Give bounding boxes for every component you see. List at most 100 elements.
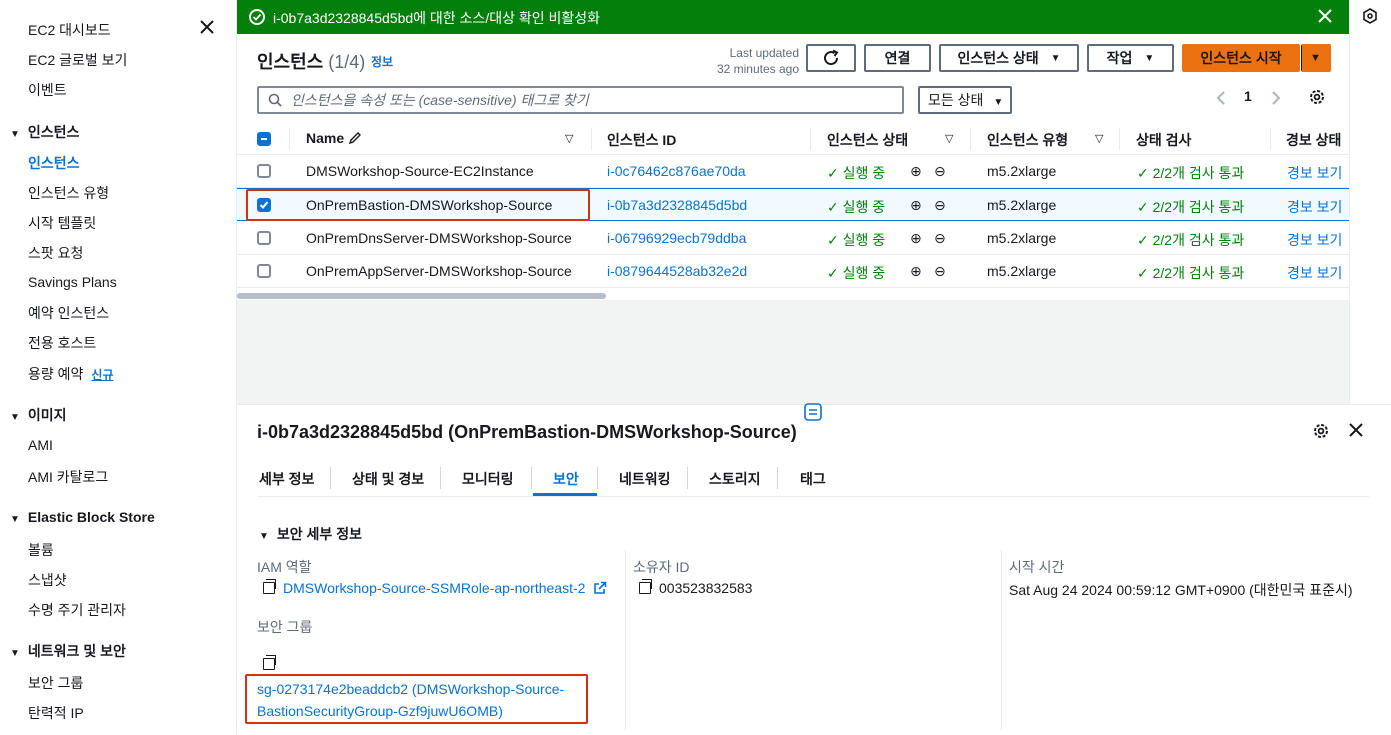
column-header-instance-id[interactable]: 인스턴스 ID xyxy=(607,130,676,150)
close-icon[interactable] xyxy=(1348,422,1364,438)
view-alarms-link[interactable]: 경보 보기 xyxy=(1287,230,1342,250)
launch-time-value: Sat Aug 24 2024 00:59:12 GMT+0900 (대한민국 … xyxy=(1009,582,1353,598)
launch-dropdown-button[interactable]: ▼ xyxy=(1301,44,1331,72)
sidebar-item-reserved-instances[interactable]: 예약 인스턴스 xyxy=(28,303,109,323)
tab-status-alarms[interactable]: 상태 및 경보 xyxy=(352,469,424,489)
instance-id-link[interactable]: i-06796929ecb79ddba xyxy=(607,230,746,246)
sidebar-item-lifecycle-manager[interactable]: 수명 주기 관리자 xyxy=(28,600,126,620)
sidebar-item-spot-requests[interactable]: 스팟 요청 xyxy=(28,243,83,263)
page-title: 인스턴스 (1/4) xyxy=(257,48,365,74)
search-input[interactable]: 인스턴스을 속성 또는 (case-sensitive) 태그로 찾기 xyxy=(257,86,904,114)
settings-hex-icon[interactable] xyxy=(1362,8,1378,24)
column-header-instance-state[interactable]: 인스턴스 상태 xyxy=(827,130,908,150)
instance-id-link[interactable]: i-0b7a3d2328845d5bd xyxy=(607,197,747,213)
zoom-out-icon[interactable]: ⊖ xyxy=(934,197,946,214)
view-alarms-link[interactable]: 경보 보기 xyxy=(1287,163,1342,183)
row-checkbox[interactable] xyxy=(257,264,271,278)
zoom-out-icon[interactable]: ⊖ xyxy=(934,163,946,180)
sidebar-item-events[interactable]: 이벤트 xyxy=(28,80,67,100)
select-all-checkbox[interactable] xyxy=(257,132,271,146)
close-icon[interactable] xyxy=(198,18,216,36)
refresh-button[interactable] xyxy=(806,44,856,72)
settings-gear-icon[interactable] xyxy=(1312,422,1330,440)
sidebar-item-ami-catalog[interactable]: AMI 카탈로그 xyxy=(28,467,108,487)
copy-icon[interactable] xyxy=(263,579,276,594)
zoom-in-icon[interactable]: ⊕ xyxy=(910,230,922,247)
table-row[interactable]: OnPremDnsServer-DMSWorkshop-Source i-067… xyxy=(237,222,1349,255)
instance-type: m5.2xlarge xyxy=(987,163,1057,179)
sort-caret-icon[interactable]: ▽ xyxy=(1095,132,1103,145)
table-row[interactable]: OnPremAppServer-DMSWorkshop-Source i-087… xyxy=(237,255,1349,288)
sidebar-section-network-security[interactable]: ▼ 네트워크 및 보안 xyxy=(10,641,126,661)
state-filter-select[interactable]: 모든 상태 ▼ xyxy=(918,86,1012,114)
tab-security[interactable]: 보안 xyxy=(553,469,579,489)
tab-storage[interactable]: 스토리지 xyxy=(709,469,761,489)
sidebar-item-dedicated-hosts[interactable]: 전용 호스트 xyxy=(28,333,96,353)
caret-down-icon: ▼ xyxy=(10,129,20,140)
view-alarms-link[interactable]: 경보 보기 xyxy=(1287,263,1342,283)
zoom-out-icon[interactable]: ⊖ xyxy=(934,263,946,280)
sidebar-section-ebs[interactable]: ▼ Elastic Block Store xyxy=(10,509,155,525)
sidebar-item-volumes[interactable]: 볼륨 xyxy=(28,540,54,560)
horizontal-scrollbar[interactable] xyxy=(237,293,606,299)
dismiss-icon[interactable] xyxy=(1317,8,1333,24)
connect-button[interactable]: 연결 xyxy=(864,44,931,72)
row-checkbox[interactable] xyxy=(257,231,271,245)
sidebar-item-global-view[interactable]: EC2 글로벌 보기 xyxy=(28,50,127,70)
actions-button[interactable]: 작업 ▼ xyxy=(1087,44,1174,72)
column-header-status-check[interactable]: 상태 검사 xyxy=(1136,130,1191,150)
tab-details[interactable]: 세부 정보 xyxy=(259,469,314,489)
security-details-header[interactable]: ▼ 보안 세부 정보 xyxy=(259,524,362,544)
sort-caret-icon[interactable]: ▽ xyxy=(565,132,573,145)
sidebar-item-ec2-dashboard[interactable]: EC2 대시보드 xyxy=(28,20,111,40)
sidebar-item-capacity-reservations[interactable]: 용량 예약 신규 xyxy=(28,364,114,384)
sidebar-item-instances[interactable]: 인스턴스 xyxy=(28,153,80,173)
state-filter-value: 모든 상태 xyxy=(928,92,984,108)
sidebar-item-snapshots[interactable]: 스냅샷 xyxy=(28,570,67,590)
external-link-icon[interactable] xyxy=(593,581,607,595)
settings-gear-icon[interactable] xyxy=(1308,88,1326,106)
instance-id-link[interactable]: i-0879644528ab32e2d xyxy=(607,263,747,279)
view-alarms-link[interactable]: 경보 보기 xyxy=(1287,197,1342,217)
copy-icon[interactable] xyxy=(263,655,283,672)
tab-tags[interactable]: 태그 xyxy=(800,469,826,489)
column-header-name[interactable]: Name xyxy=(306,130,362,146)
sidebar-item-savings-plans[interactable]: Savings Plans xyxy=(28,274,117,290)
prev-page-icon[interactable] xyxy=(1215,90,1227,106)
sidebar-item-instance-types[interactable]: 인스턴스 유형 xyxy=(28,183,109,203)
next-page-icon[interactable] xyxy=(1270,90,1282,106)
sort-caret-icon[interactable]: ▽ xyxy=(945,132,953,145)
sidebar-section-instances[interactable]: ▼ 인스턴스 xyxy=(10,122,79,142)
main-content: 인스턴스 (1/4) 정보 Last updated 32 minutes ago… xyxy=(237,34,1349,404)
instance-id-link[interactable]: i-0c76462c876ae70da xyxy=(607,163,746,179)
info-link[interactable]: 정보 xyxy=(371,53,393,70)
sidebar-item-ami[interactable]: AMI xyxy=(28,437,53,453)
instance-state-text: 실행 중 xyxy=(842,265,886,281)
zoom-out-icon[interactable]: ⊖ xyxy=(934,230,946,247)
zoom-in-icon[interactable]: ⊕ xyxy=(910,263,922,280)
refresh-icon xyxy=(824,49,839,66)
sidebar-item-elastic-ips[interactable]: 탄력적 IP xyxy=(28,703,84,723)
page-number[interactable]: 1 xyxy=(1244,88,1252,104)
sidebar-item-launch-templates[interactable]: 시작 템플릿 xyxy=(28,213,96,233)
column-header-instance-type[interactable]: 인스턴스 유형 xyxy=(987,130,1068,150)
table-row[interactable]: DMSWorkshop-Source-EC2Instance i-0c76462… xyxy=(237,155,1349,188)
resize-handle-icon[interactable] xyxy=(804,403,822,421)
zoom-in-icon[interactable]: ⊕ xyxy=(910,163,922,180)
tab-networking[interactable]: 네트워킹 xyxy=(619,469,671,489)
instance-state-button[interactable]: 인스턴스 상태 ▼ xyxy=(939,44,1079,72)
sidebar-section-label: Elastic Block Store xyxy=(27,509,155,525)
status-check-text: 2/2개 검사 통과 xyxy=(1152,265,1245,281)
iam-role-link[interactable]: DMSWorkshop-Source-SSMRole-ap-northeast-… xyxy=(283,580,585,596)
zoom-in-icon[interactable]: ⊕ xyxy=(910,197,922,214)
sidebar-section-images[interactable]: ▼ 이미지 xyxy=(10,405,67,425)
instance-type: m5.2xlarge xyxy=(987,197,1057,213)
column-header-alarm-status[interactable]: 경보 상태 xyxy=(1286,130,1341,150)
copy-icon[interactable] xyxy=(639,579,652,594)
search-icon xyxy=(268,93,282,107)
search-placeholder: 인스턴스을 속성 또는 (case-sensitive) 태그로 찾기 xyxy=(291,92,589,108)
row-checkbox[interactable] xyxy=(257,164,271,178)
tab-monitoring[interactable]: 모니터링 xyxy=(462,469,514,489)
sidebar-item-security-groups[interactable]: 보안 그룹 xyxy=(28,673,83,693)
launch-instances-button[interactable]: 인스턴스 시작 xyxy=(1182,44,1300,72)
